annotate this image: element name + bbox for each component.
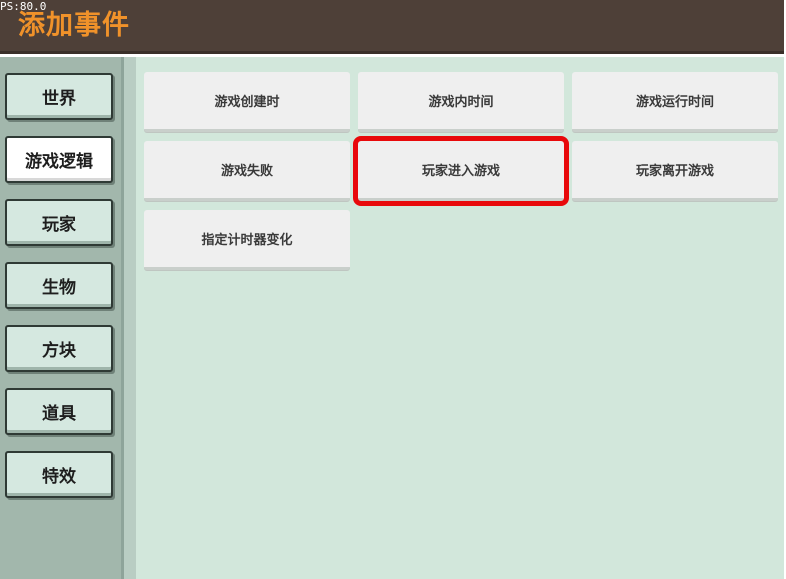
sidebar-item-world[interactable]: 世界 <box>5 73 113 120</box>
page-title: 添加事件 <box>18 10 130 41</box>
event-timer-change[interactable]: 指定计时器变化 <box>144 210 350 270</box>
event-player-leave[interactable]: 玩家离开游戏 <box>572 141 778 201</box>
sidebar-item-game-logic[interactable]: 游戏逻辑 <box>5 136 113 183</box>
event-list-panel: 游戏创建时 游戏内时间 游戏运行时间 游戏失败 玩家进入游戏 玩家离开游戏 指定… <box>124 57 784 579</box>
sidebar-item-item[interactable]: 道具 <box>5 388 113 435</box>
sidebar-item-creature[interactable]: 生物 <box>5 262 113 309</box>
event-game-created[interactable]: 游戏创建时 <box>144 72 350 132</box>
sidebar-item-effect[interactable]: 特效 <box>5 451 113 498</box>
event-player-join[interactable]: 玩家进入游戏 <box>353 136 569 206</box>
category-sidebar: 世界 游戏逻辑 玩家 生物 方块 道具 特效 <box>0 57 124 579</box>
event-game-time[interactable]: 游戏内时间 <box>358 72 564 132</box>
header-bar: PS:80.0 添加事件 <box>0 0 784 54</box>
event-game-runtime[interactable]: 游戏运行时间 <box>572 72 778 132</box>
event-game-failed[interactable]: 游戏失败 <box>144 141 350 201</box>
sidebar-item-block[interactable]: 方块 <box>5 325 113 372</box>
sidebar-item-player[interactable]: 玩家 <box>5 199 113 246</box>
